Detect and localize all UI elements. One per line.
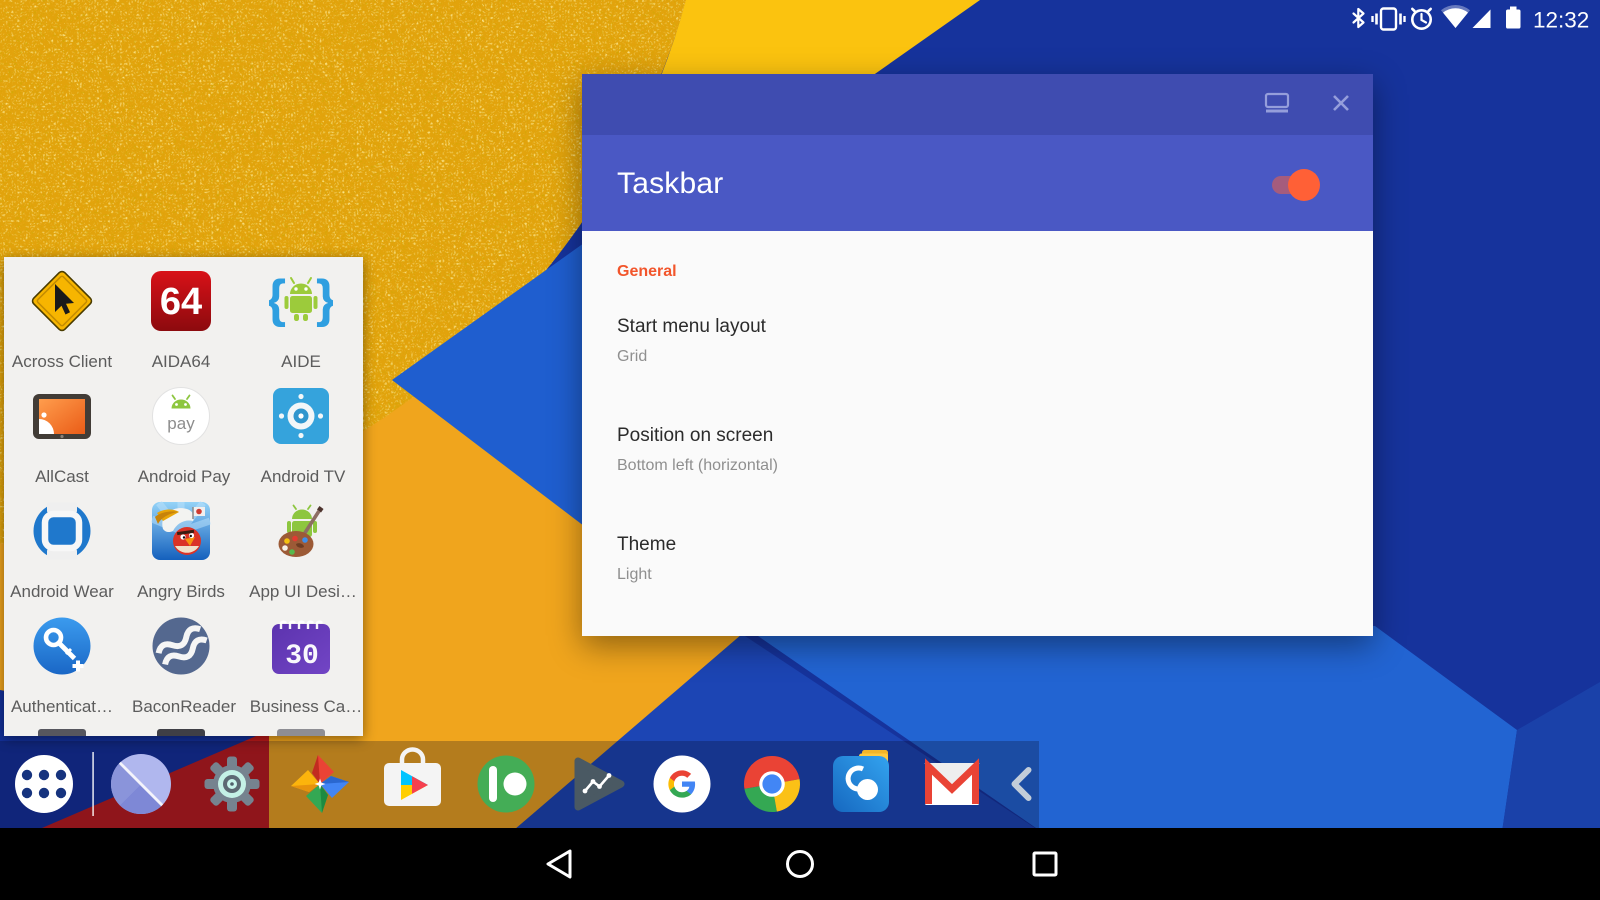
svg-text:pay: pay bbox=[167, 414, 195, 433]
svg-text:64: 64 bbox=[160, 281, 202, 323]
svg-text:12:32: 12:32 bbox=[1533, 8, 1589, 33]
svg-text:}: } bbox=[316, 270, 333, 328]
svg-text:{: { bbox=[269, 270, 286, 328]
svg-text:30: 30 bbox=[285, 641, 319, 672]
